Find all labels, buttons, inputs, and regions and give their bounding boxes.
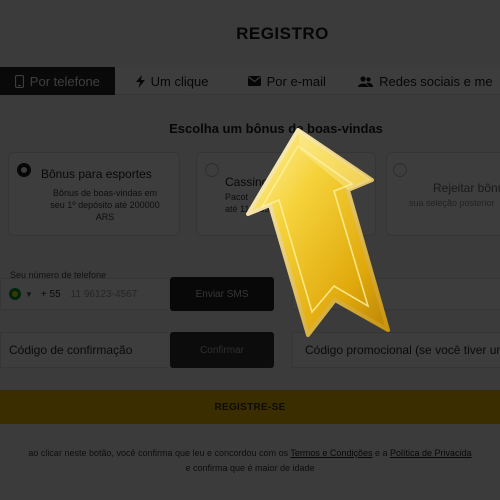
- up-arrow-icon: [246, 128, 390, 337]
